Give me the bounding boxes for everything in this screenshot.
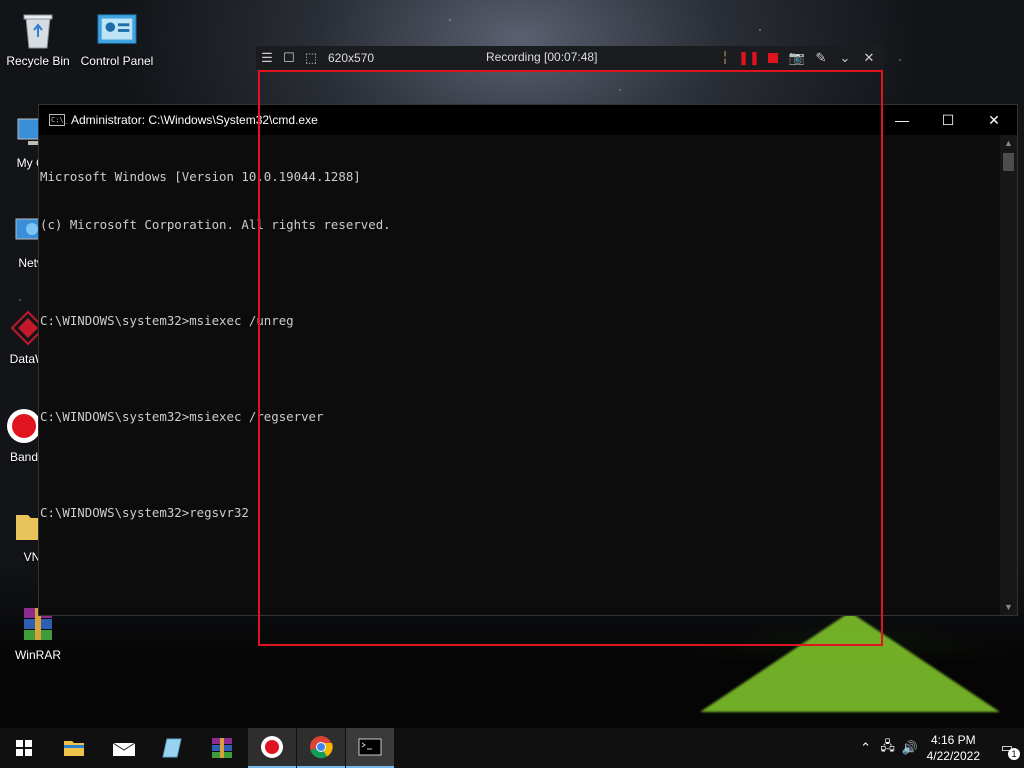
notification-center-icon[interactable]: ▭ 1 [990, 740, 1024, 760]
winrar-icon [212, 738, 232, 758]
recording-size: 620x570 [328, 51, 375, 65]
notepad-icon [162, 738, 182, 758]
console-line: C:\WINDOWS\system32>msiexec /unreg [40, 313, 294, 328]
chrome-icon [310, 736, 333, 759]
window-title: Administrator: C:\Windows\System32\cmd.e… [71, 113, 318, 127]
bandicam-icon [261, 736, 283, 758]
start-button[interactable] [0, 728, 48, 768]
desktop-icon-label: WinRAR [14, 648, 61, 662]
console-line: C:\WINDOWS\system32>regsvr32 [40, 505, 249, 520]
console-line: C:\WINDOWS\system32>msiexec /regserver [40, 409, 324, 424]
desktop-icon-control-panel[interactable]: Control Panel [79, 10, 155, 68]
collapse-icon[interactable]: ⌄ [834, 47, 856, 69]
console-output[interactable]: Microsoft Windows [Version 10.0.19044.12… [39, 135, 1000, 615]
menu-icon[interactable]: ☰ [256, 47, 278, 69]
desktop-icon-label: Recycle Bin [6, 54, 70, 68]
desktop-icon-recycle-bin[interactable]: Recycle Bin [0, 10, 76, 68]
maximize-button[interactable]: ☐ [925, 105, 971, 135]
scroll-up-icon[interactable]: ▲ [1000, 135, 1017, 151]
cmd-titlebar[interactable]: C:\_ Administrator: C:\Windows\System32\… [39, 105, 1017, 135]
recorder-toolbar: ☰ ☐ ⬚ 620x570 Recording [00:07:48] ╎ ❚❚ … [256, 46, 884, 70]
taskbar-bandicam[interactable] [248, 728, 296, 768]
close-icon[interactable]: ✕ [858, 47, 880, 69]
system-tray: ⌃ 🖧 🔊 4:16 PM 4/22/2022 ▭ 1 [855, 728, 1024, 768]
region-select-icon[interactable]: ⬚ [300, 47, 322, 69]
clock[interactable]: 4:16 PM 4/22/2022 [927, 732, 980, 764]
close-button[interactable]: ✕ [971, 105, 1017, 135]
cmd-window[interactable]: C:\_ Administrator: C:\Windows\System32\… [38, 104, 1018, 616]
console-line: (c) Microsoft Corporation. All rights re… [40, 217, 391, 232]
start-icon [16, 740, 32, 756]
scrollbar[interactable]: ▲ ▼ [1000, 135, 1017, 615]
cmd-icon: C:\_ [49, 114, 68, 126]
file-explorer-icon [64, 741, 84, 756]
stop-icon[interactable] [762, 47, 784, 69]
taskbar-mail[interactable] [100, 728, 148, 768]
volume-icon[interactable]: 🔊 [899, 740, 921, 756]
taskbar-chrome[interactable] [297, 728, 345, 768]
taskbar: ⌃ 🖧 🔊 4:16 PM 4/22/2022 ▭ 1 [0, 728, 1024, 768]
pause-icon[interactable]: ❚❚ [738, 47, 760, 69]
clock-date: 4/22/2022 [926, 749, 980, 763]
clock-time: 4:16 PM [930, 733, 976, 747]
recycle-bin-icon [18, 10, 58, 50]
chevron-up-icon[interactable]: ⌃ [855, 740, 877, 756]
pencil-icon[interactable]: ✎ [810, 47, 832, 69]
control-panel-icon [97, 10, 137, 50]
minimize-button[interactable]: — [879, 105, 925, 135]
wallpaper-tent [700, 612, 1000, 712]
recording-status: Recording [00:07:48] [486, 50, 598, 64]
level-meter-icon: ╎ [721, 50, 729, 65]
taskbar-cmd[interactable] [346, 728, 394, 768]
camera-icon[interactable]: 📷 [786, 47, 808, 69]
cmd-icon [358, 738, 382, 756]
network-icon[interactable]: 🖧 [877, 737, 899, 759]
scrollbar-thumb[interactable] [1003, 153, 1014, 171]
console-line: Microsoft Windows [Version 10.0.19044.12… [40, 169, 361, 184]
notification-badge: 1 [1008, 748, 1020, 760]
taskbar-notepad[interactable] [148, 728, 196, 768]
scroll-down-icon[interactable]: ▼ [1000, 599, 1017, 615]
taskbar-winrar[interactable] [198, 728, 246, 768]
desktop-icon-label: Control Panel [80, 54, 154, 68]
taskbar-file-explorer[interactable] [50, 728, 98, 768]
fullscreen-icon[interactable]: ☐ [278, 47, 300, 69]
mail-icon [112, 742, 136, 756]
